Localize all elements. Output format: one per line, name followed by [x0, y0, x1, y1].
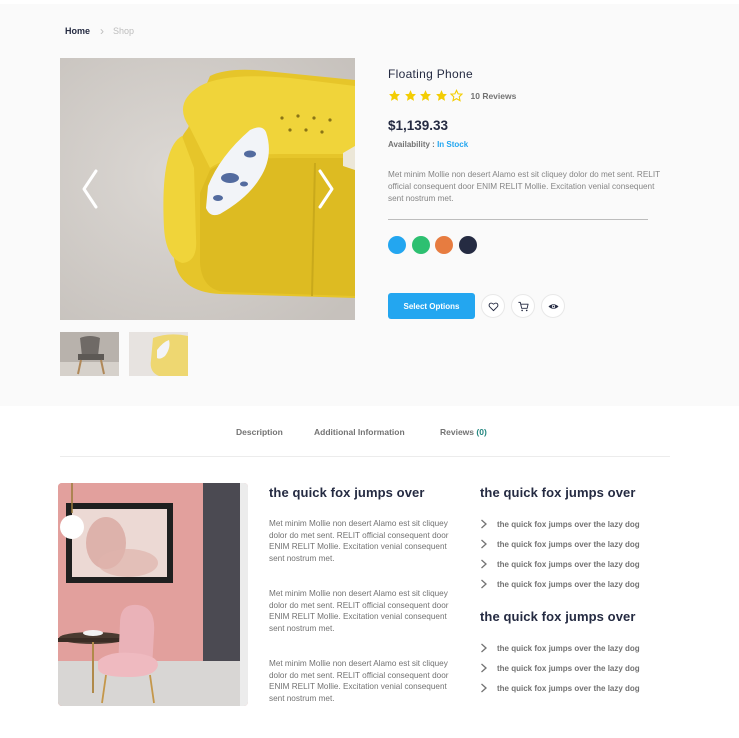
star-filled-icon [420, 90, 431, 101]
chevron-right-icon [318, 169, 334, 209]
product-tabs: Description Additional Information Revie… [0, 427, 739, 441]
select-options-button[interactable]: Select Options [388, 293, 475, 319]
availability-separator: : [429, 140, 438, 149]
breadcrumb: Home › Shop [65, 23, 135, 38]
availability-label: Availability [388, 140, 430, 149]
content-paragraph: Met minim Mollie non desert Alamo est si… [269, 589, 449, 634]
cart-icon [517, 301, 529, 311]
color-swatches [388, 236, 482, 254]
tab-additional-information[interactable]: Additional Information [314, 427, 405, 437]
tab-reviews-label: Reviews [440, 427, 475, 437]
list-item-text: the quick fox jumps over the lazy dog [497, 519, 640, 529]
availability: Availability : In Stock [388, 140, 468, 149]
tabs-divider [60, 456, 670, 457]
tab-reviews-count: (0) [476, 427, 487, 437]
quick-view-button[interactable] [541, 294, 565, 318]
list-item: the quick fox jumps over the lazy dog [480, 579, 640, 589]
heart-icon [488, 302, 498, 311]
star-filled-icon [404, 90, 416, 101]
carousel-next-button[interactable] [314, 165, 338, 213]
color-swatch[interactable] [458, 236, 477, 254]
product-price: $1,139.33 [388, 118, 449, 133]
chevron-right-icon [481, 539, 487, 549]
rating-stars: 10 Reviews [388, 89, 516, 102]
chevron-right-icon [481, 643, 487, 653]
wishlist-button[interactable] [481, 294, 505, 318]
product-description: Met minim Mollie non desert Alamo est si… [388, 170, 660, 203]
product-title: Floating Phone [388, 67, 473, 81]
chair-thumbnail-image [60, 332, 119, 376]
list-item: the quick fox jumps over the lazy dog [480, 559, 640, 569]
reviews-count: 10 Reviews [470, 90, 517, 101]
chevron-right-icon [481, 559, 487, 569]
product-actions: Select Options [388, 293, 565, 319]
chevron-right-icon: › [100, 23, 105, 38]
carousel-prev-button[interactable] [78, 165, 102, 213]
product-thumbnail-sofa[interactable] [129, 332, 188, 376]
list-item: the quick fox jumps over the lazy dog [480, 643, 640, 653]
tab-reviews[interactable]: Reviews (0) [440, 427, 487, 437]
list-item: the quick fox jumps over the lazy dog [480, 663, 640, 673]
chevron-right-icon [481, 579, 487, 589]
product-thumbnail-chair[interactable] [60, 332, 119, 376]
sofa-thumbnail-image [129, 332, 188, 376]
chevron-right-icon [481, 683, 487, 693]
chevron-right-icon [481, 663, 487, 673]
chevron-left-icon [82, 169, 98, 209]
list-item: the quick fox jumps over the lazy dog [480, 519, 640, 529]
list-title: the quick fox jumps over [480, 485, 636, 500]
content-column-middle: the quick fox jumps over Met minim Molli… [269, 485, 454, 703]
list-item-text: the quick fox jumps over the lazy dog [497, 663, 640, 673]
list-item: the quick fox jumps over the lazy dog [480, 683, 640, 693]
list-item-text: the quick fox jumps over the lazy dog [497, 683, 640, 693]
star-outline-icon [450, 89, 463, 102]
list-title: the quick fox jumps over [480, 609, 636, 624]
star-filled-icon [389, 90, 400, 101]
list-item-text: the quick fox jumps over the lazy dog [497, 643, 640, 653]
content-column-right: the quick fox jumps over the quick fox j… [480, 485, 680, 693]
content-paragraph: Met minim Mollie non desert Alamo est si… [269, 519, 449, 564]
product-image-carousel[interactable] [60, 58, 355, 320]
sofa-image [60, 58, 355, 320]
list-item-text: the quick fox jumps over the lazy dog [497, 539, 640, 549]
room-image [58, 483, 248, 706]
color-swatch[interactable] [388, 236, 406, 254]
add-to-cart-button[interactable] [511, 294, 535, 318]
breadcrumb-home-link[interactable]: Home [65, 26, 90, 36]
star-filled-icon [435, 90, 447, 101]
breadcrumb-current: Shop [113, 26, 135, 36]
tab-description[interactable]: Description [236, 427, 283, 437]
eye-icon [547, 303, 559, 309]
divider [388, 219, 648, 220]
color-swatch[interactable] [435, 236, 453, 254]
list-item: the quick fox jumps over the lazy dog [480, 539, 640, 549]
list-item-text: the quick fox jumps over the lazy dog [497, 579, 640, 589]
chevron-right-icon [481, 519, 487, 529]
content-title: the quick fox jumps over [269, 485, 425, 500]
list-item-text: the quick fox jumps over the lazy dog [497, 559, 640, 569]
availability-value: In Stock [437, 140, 469, 149]
color-swatch[interactable] [411, 236, 430, 254]
pink-room-image [58, 483, 248, 706]
content-paragraph: Met minim Mollie non desert Alamo est si… [269, 659, 449, 704]
